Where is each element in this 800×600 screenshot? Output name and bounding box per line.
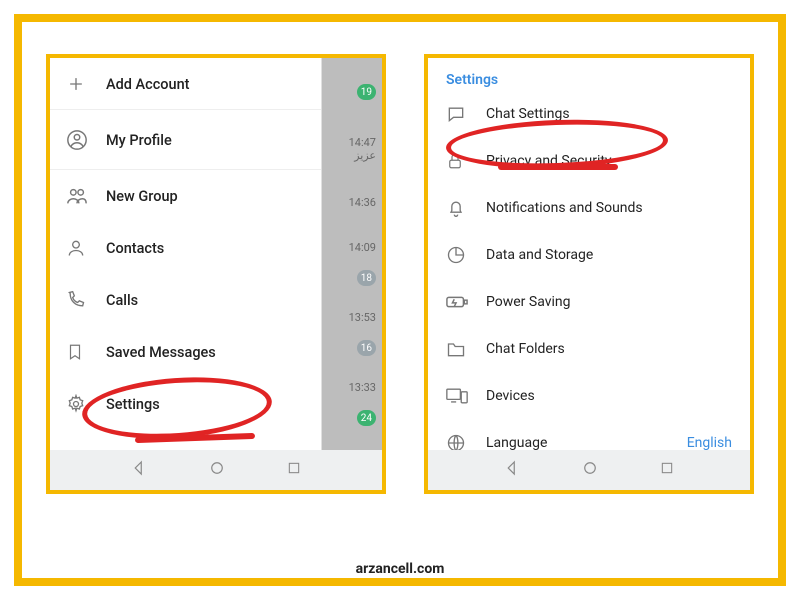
unread-badge: 18: [357, 270, 376, 286]
drawer-item-label: Settings: [106, 396, 160, 413]
chat-row: 19: [328, 60, 376, 108]
setting-label: Devices: [486, 388, 535, 404]
left-screenshot: 19 14:47 عزیز 14:36 14:09 18 13:53 16: [46, 54, 386, 494]
chat-row: 14:36: [328, 178, 376, 226]
people-icon: [66, 185, 106, 207]
chat-time: 14:47: [349, 136, 376, 149]
setting-value: English: [687, 435, 732, 451]
setting-devices[interactable]: Devices: [428, 372, 750, 419]
drawer-contacts[interactable]: Contacts: [50, 222, 321, 274]
chat-icon: [446, 104, 486, 124]
pie-icon: [446, 245, 486, 265]
phone-icon: [66, 290, 106, 310]
setting-label: Power Saving: [486, 294, 571, 310]
setting-folders[interactable]: Chat Folders: [428, 325, 750, 372]
chat-row: 13:53 16: [328, 308, 376, 356]
unread-badge: 16: [357, 340, 376, 356]
chat-time: 13:33: [349, 381, 376, 394]
setting-chat[interactable]: Chat Settings: [428, 90, 750, 137]
setting-label: Chat Folders: [486, 341, 565, 357]
drawer-item-label: My Profile: [106, 132, 172, 149]
settings-header: Settings: [428, 66, 750, 90]
folder-icon: [446, 340, 486, 358]
setting-label: Chat Settings: [486, 106, 570, 122]
drawer-item-label: Saved Messages: [106, 344, 216, 361]
chat-time: 14:36: [349, 196, 376, 209]
drawer-new-group[interactable]: New Group: [50, 170, 321, 222]
drawer-my-profile[interactable]: My Profile: [50, 110, 321, 170]
settings-list: Settings Chat Settings Privacy and Secur…: [428, 58, 750, 450]
home-icon[interactable]: [208, 459, 226, 481]
devices-icon: [446, 387, 486, 405]
setting-notifications[interactable]: Notifications and Sounds: [428, 184, 750, 231]
back-icon[interactable]: [130, 459, 148, 481]
navigation-drawer: Add Account My Profile New Group: [50, 58, 322, 450]
drawer-item-label: Contacts: [106, 240, 164, 257]
battery-icon: [446, 295, 486, 309]
android-navbar: [50, 450, 382, 490]
unread-badge: 19: [357, 84, 376, 100]
drawer-item-label: Calls: [106, 292, 138, 309]
setting-label: Data and Storage: [486, 247, 593, 263]
chat-time: 14:09: [349, 241, 376, 254]
android-navbar: [428, 450, 750, 490]
setting-data[interactable]: Data and Storage: [428, 231, 750, 278]
setting-privacy[interactable]: Privacy and Security: [428, 137, 750, 184]
chat-row: 14:47 عزیز: [328, 114, 376, 162]
chat-list-background: 19 14:47 عزیز 14:36 14:09 18 13:53 16: [322, 58, 382, 450]
chat-time: 13:53: [349, 311, 376, 324]
person-icon: [66, 238, 106, 258]
unread-badge: 24: [357, 410, 376, 426]
outer-frame: 19 14:47 عزیز 14:36 14:09 18 13:53 16: [14, 14, 786, 586]
setting-power[interactable]: Power Saving: [428, 278, 750, 325]
highlight-underline: [498, 164, 618, 170]
drawer-settings[interactable]: Settings: [50, 378, 321, 430]
drawer-saved-messages[interactable]: Saved Messages: [50, 326, 321, 378]
setting-label: Notifications and Sounds: [486, 200, 643, 216]
plus-icon: [66, 74, 106, 94]
chat-row: 13:33 24: [328, 378, 376, 426]
drawer-item-label: New Group: [106, 188, 178, 205]
user-circle-icon: [66, 129, 106, 151]
setting-label: Language: [486, 435, 547, 451]
right-screenshot: Settings Chat Settings Privacy and Secur…: [424, 54, 754, 494]
recent-icon[interactable]: [286, 460, 302, 480]
back-icon[interactable]: [503, 459, 521, 481]
gear-icon: [66, 394, 106, 414]
lock-icon: [446, 151, 486, 171]
watermark: arzancell.com: [22, 561, 778, 577]
home-icon[interactable]: [581, 459, 599, 481]
recent-icon[interactable]: [659, 460, 675, 480]
drawer-add-account[interactable]: Add Account: [50, 58, 321, 110]
bookmark-icon: [66, 342, 106, 362]
chat-preview: عزیز: [354, 149, 376, 162]
drawer-item-label: Add Account: [106, 76, 190, 93]
drawer-calls[interactable]: Calls: [50, 274, 321, 326]
bell-icon: [446, 198, 486, 218]
chat-row: 14:09 18: [328, 238, 376, 286]
